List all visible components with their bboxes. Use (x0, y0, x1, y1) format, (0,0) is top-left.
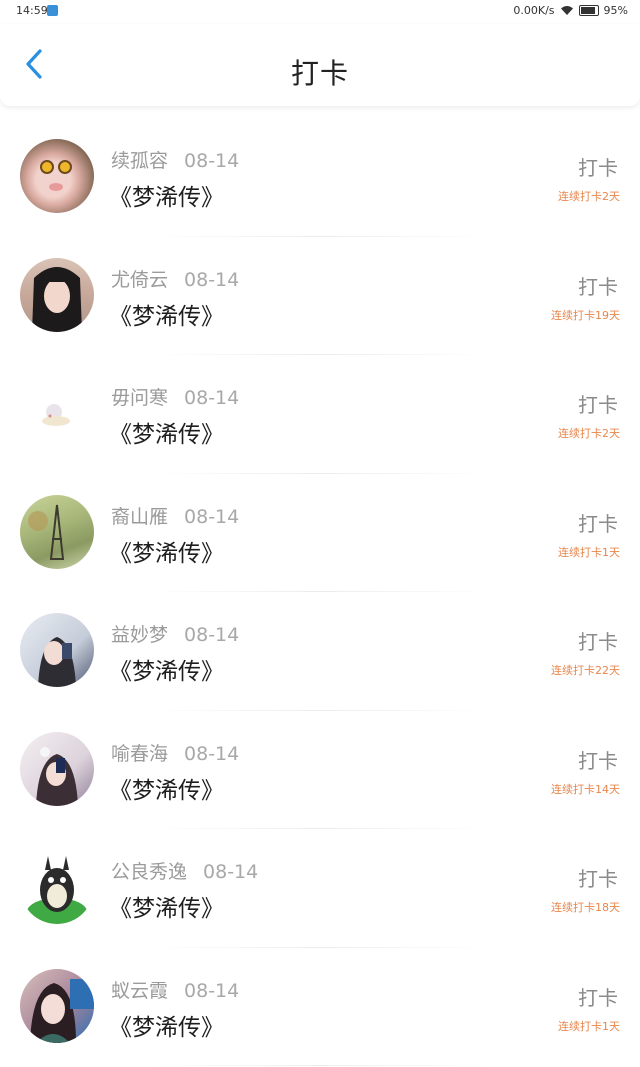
checkin-list: 续孤容 08-14 《梦浠传》 打卡 连续打卡2天 尤倚云 08-14 《梦浠传》 … (0, 118, 640, 1066)
user-name: 公良秀逸 08-14 (111, 857, 258, 884)
avatar-image (36, 746, 78, 806)
status-indicators: 0.00K/s 95% (513, 4, 628, 17)
wifi-icon (560, 6, 573, 15)
book-title[interactable]: 《梦浠传》 (109, 1008, 224, 1042)
book-title[interactable]: 《梦浠传》 (109, 297, 224, 331)
user-name-text: 益妙梦 (111, 624, 169, 646)
status-bar: 14:59 0.00K/s 95% (0, 0, 640, 24)
book-title[interactable]: 《梦浠传》 (109, 652, 224, 686)
user-name: 毋问寒 08-14 (111, 383, 239, 410)
user-name-text: 蚁云霞 (111, 979, 169, 1002)
avatar-image (42, 404, 70, 426)
streak-badge: 连续打卡18天 (551, 901, 620, 914)
user-name-text: 续孤容 (111, 150, 169, 172)
user-name: 喻春海 08-14 (111, 739, 239, 766)
streak-badge: 连续打卡14天 (551, 782, 620, 796)
user-name: 续孤容 08-14 (111, 146, 239, 173)
streak-badge: 连续打卡2天 (558, 427, 620, 440)
user-name-text: 公良秀逸 (111, 861, 188, 883)
streak-badge: 连续打卡19天 (551, 308, 620, 322)
checkin-label: 打卡 (578, 393, 618, 417)
avatar[interactable] (20, 257, 94, 332)
book-title[interactable]: 《梦浠传》 (109, 178, 224, 212)
streak-badge: 连续打卡1天 (558, 1019, 620, 1033)
checkin-date: 08-14 (184, 979, 240, 1002)
user-name-text: 尤倚云 (111, 268, 169, 291)
checkin-row[interactable]: 公良秀逸 08-14 《梦浠传》 打卡 连续打卡18天 (0, 829, 640, 948)
avatar-image (32, 266, 82, 332)
streak-badge: 连续打卡22天 (551, 664, 620, 677)
avatar[interactable] (20, 613, 94, 687)
book-title[interactable]: 《梦浠传》 (109, 889, 224, 923)
avatar-image (38, 637, 76, 687)
book-title[interactable]: 《梦浠传》 (109, 771, 224, 805)
avatar[interactable] (20, 731, 94, 806)
user-name: 尤倚云 08-14 (111, 265, 239, 292)
user-name: 益妙梦 08-14 (111, 620, 239, 647)
avatar[interactable] (20, 494, 94, 569)
user-name: 裔山雁 08-14 (111, 502, 239, 529)
checkin-row[interactable]: 尤倚云 08-14 《梦浠传》 打卡 连续打卡19天 (0, 237, 640, 356)
user-name: 蚁云霞 08-14 (111, 976, 239, 1003)
top-app-bar: 打卡 (0, 24, 640, 106)
avatar[interactable] (20, 139, 94, 213)
checkin-label: 打卡 (578, 867, 618, 891)
network-speed: 0.00K/s (513, 4, 555, 17)
book-title[interactable]: 《梦浠传》 (109, 415, 224, 449)
checkin-label: 打卡 (578, 748, 618, 773)
avatar-image (40, 160, 72, 191)
streak-badge: 连续打卡2天 (558, 190, 620, 203)
checkin-row[interactable]: 续孤容 08-14 《梦浠传》 打卡 连续打卡2天 (0, 118, 640, 237)
battery-level: 95% (603, 4, 628, 17)
checkin-date: 08-14 (184, 742, 240, 765)
status-time: 14:59 (16, 4, 48, 17)
user-name-text: 喻春海 (111, 742, 169, 765)
checkin-date: 08-14 (184, 624, 240, 646)
book-title[interactable]: 《梦浠传》 (109, 534, 224, 568)
checkin-label: 打卡 (578, 511, 618, 536)
checkin-label: 打卡 (578, 630, 618, 654)
battery-icon (578, 5, 599, 16)
user-name-text: 毋问寒 (111, 387, 169, 409)
checkin-row[interactable]: 裔山雁 08-14 《梦浠传》 打卡 连续打卡1天 (0, 474, 640, 593)
checkin-row[interactable]: 喻春海 08-14 《梦浠传》 打卡 连续打卡14天 (0, 711, 640, 830)
avatar-image (30, 978, 94, 1043)
checkin-date: 08-14 (203, 861, 259, 883)
avatar[interactable] (20, 376, 94, 450)
avatar[interactable] (20, 850, 94, 924)
streak-badge: 连续打卡1天 (558, 545, 620, 559)
checkin-date: 08-14 (184, 505, 240, 528)
avatar[interactable] (20, 968, 94, 1043)
checkin-date: 08-14 (184, 268, 240, 291)
checkin-row[interactable]: 蚁云霞 08-14 《梦浠传》 打卡 连续打卡1天 (0, 948, 640, 1067)
checkin-row[interactable]: 益妙梦 08-14 《梦浠传》 打卡 连续打卡22天 (0, 592, 640, 711)
checkin-label: 打卡 (578, 274, 618, 299)
avatar-image (28, 504, 65, 560)
checkin-date: 08-14 (184, 387, 240, 409)
checkin-row[interactable]: 毋问寒 08-14 《梦浠传》 打卡 连续打卡2天 (0, 355, 640, 474)
avatar-image (27, 856, 87, 924)
checkin-label: 打卡 (578, 156, 618, 180)
app-notification-icon (47, 5, 58, 16)
checkin-label: 打卡 (578, 985, 618, 1010)
page-title: 打卡 (290, 57, 349, 90)
checkin-date: 08-14 (184, 150, 240, 172)
user-name-text: 裔山雁 (111, 505, 169, 528)
